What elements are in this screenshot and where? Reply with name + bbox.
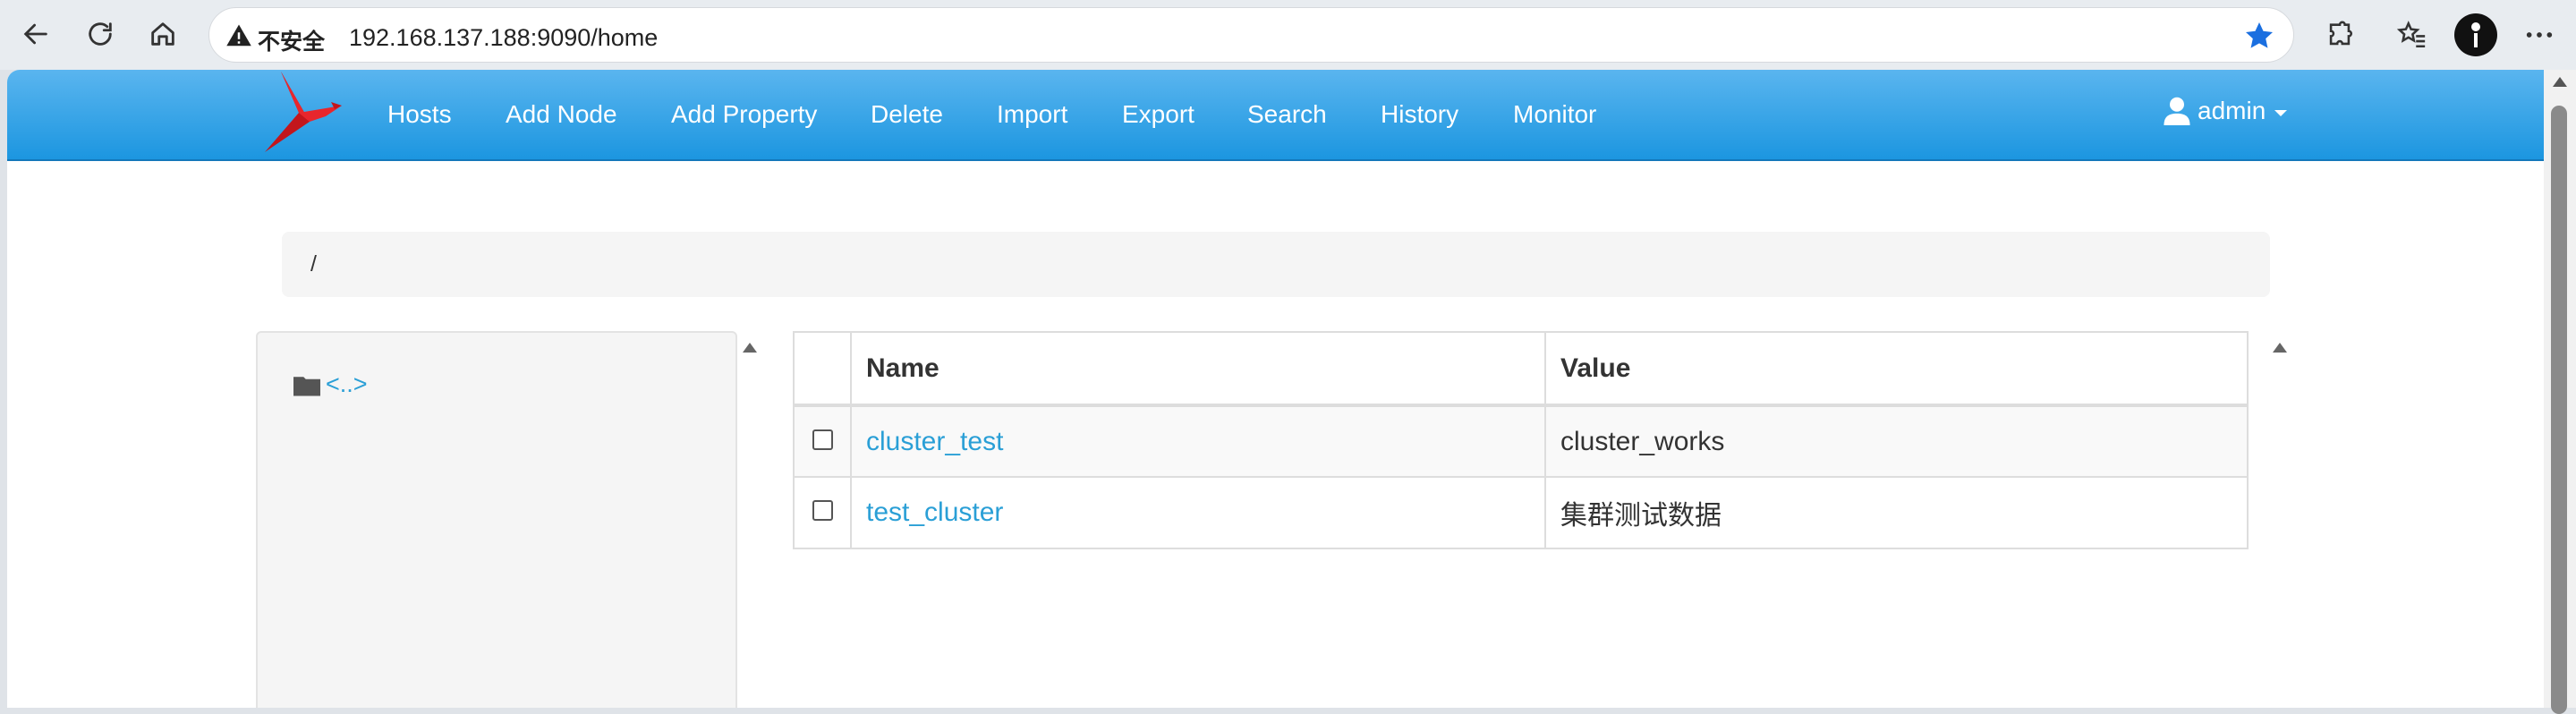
menu-search[interactable]: Search [1247, 100, 1327, 129]
favorites-button[interactable] [2394, 17, 2430, 53]
menu-hosts[interactable]: Hosts [387, 100, 452, 129]
extensions-button[interactable] [2322, 17, 2358, 53]
bookmark-star-icon[interactable] [2243, 20, 2275, 52]
more-button[interactable] [2521, 17, 2557, 53]
row-checkbox-cell [793, 476, 852, 549]
menu-delete[interactable]: Delete [871, 100, 943, 129]
header-name: Name [850, 331, 1546, 407]
breadcrumb-path[interactable]: / [310, 251, 317, 277]
value-cell: cluster_works [1544, 404, 2249, 478]
browser-toolbar: 不安全 192.168.137.188:9090/home [0, 0, 2576, 70]
user-icon [2164, 97, 2190, 125]
more-dots-icon [2526, 32, 2553, 38]
name-cell: cluster_test [850, 404, 1546, 478]
breadcrumb: / [282, 232, 2270, 297]
address-bar[interactable]: 不安全 192.168.137.188:9090/home [208, 7, 2294, 63]
user-name: admin [2198, 97, 2266, 124]
table-row: test_cluster 集群测试数据 [793, 476, 2249, 549]
row-checkbox[interactable] [812, 429, 833, 450]
node-tree-panel: <..> [256, 331, 737, 708]
app-navbar: Hosts Add Node Add Property Delete Impor… [7, 70, 2544, 161]
arrow-left-icon [23, 23, 47, 45]
menu-add-property[interactable]: Add Property [671, 100, 817, 129]
property-link[interactable]: test_cluster [866, 497, 1003, 527]
folder-icon [293, 376, 320, 395]
menu-import[interactable]: Import [997, 100, 1067, 129]
property-link[interactable]: cluster_test [866, 427, 1003, 456]
row-checkbox[interactable] [812, 500, 833, 521]
puzzle-icon [2329, 21, 2352, 46]
menu-monitor[interactable]: Monitor [1513, 100, 1596, 129]
caret-down-icon [2274, 109, 2288, 116]
menu-history[interactable]: History [1381, 100, 1458, 129]
security-label[interactable]: 不安全 [258, 24, 325, 56]
url-text[interactable]: 192.168.137.188:9090/home [349, 24, 658, 52]
tree-item-parent[interactable]: <..> [293, 370, 368, 398]
profile-avatar[interactable] [2454, 13, 2497, 56]
properties-table: Name Value cluster_test cluster_works te… [793, 331, 2249, 549]
reload-icon [89, 22, 112, 46]
page-scrollbar-thumb[interactable] [2551, 106, 2567, 714]
parent-dir-link[interactable]: <..> [326, 370, 368, 398]
page-viewport: Hosts Add Node Add Property Delete Impor… [7, 70, 2544, 708]
menu-add-node[interactable]: Add Node [506, 100, 617, 129]
favorites-icon [2397, 21, 2426, 48]
page-scrollbar[interactable] [2544, 70, 2576, 714]
home-button[interactable] [141, 13, 184, 55]
row-checkbox-cell [793, 404, 852, 478]
menu-export[interactable]: Export [1122, 100, 1194, 129]
home-icon [151, 22, 174, 46]
tree-scroll-up-icon[interactable] [743, 343, 757, 353]
page-scroll-up-icon[interactable] [2553, 77, 2567, 87]
back-button[interactable] [14, 13, 57, 55]
reload-button[interactable] [79, 13, 122, 55]
name-cell: test_cluster [850, 476, 1546, 549]
warning-icon [226, 24, 251, 47]
table-scroll-up-icon[interactable] [2273, 343, 2287, 353]
value-cell: 集群测试数据 [1544, 476, 2249, 549]
bird-logo-icon[interactable] [256, 70, 345, 156]
header-checkbox-cell [793, 331, 852, 407]
table-row: cluster_test cluster_works [793, 404, 2249, 478]
header-value: Value [1544, 331, 2249, 407]
user-menu[interactable]: admin [2164, 97, 2288, 125]
table-header-row: Name Value [793, 331, 2249, 407]
